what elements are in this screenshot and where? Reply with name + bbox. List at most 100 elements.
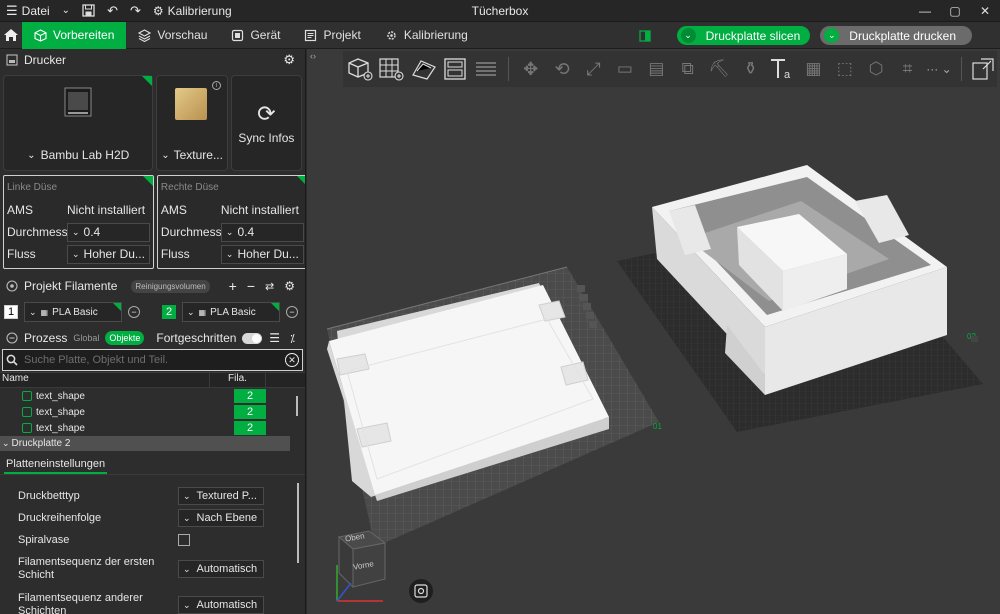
- calibration-menu[interactable]: ⚙ Kalibrierung: [147, 0, 238, 22]
- print-sequence-select[interactable]: ⌄ Nach Ebene: [178, 509, 264, 527]
- settings-scrollbar[interactable]: [297, 483, 299, 563]
- list-view-icon[interactable]: ☰: [269, 331, 280, 345]
- print-sequence-row: Druckreihenfolge ⌄ Nach Ebene: [0, 507, 305, 529]
- save-button[interactable]: [76, 0, 101, 22]
- diameter-value: 0.4: [237, 225, 255, 239]
- tree-row[interactable]: text_shape 2: [0, 388, 305, 404]
- filament-select[interactable]: ⌄ ▦ PLA Basic: [182, 302, 280, 322]
- spiral-vase-checkbox[interactable]: [178, 534, 190, 546]
- part-filament-badge[interactable]: 2: [234, 389, 266, 403]
- global-toggle[interactable]: Global: [73, 333, 99, 343]
- textured-plate-image: [175, 88, 208, 120]
- file-menu[interactable]: ☰ Datei: [0, 0, 56, 22]
- close-button[interactable]: ✕: [970, 0, 1000, 22]
- printer-card[interactable]: ⌄ Bambu Lab H2D: [3, 75, 154, 171]
- right-ams-row: AMS Nicht installiert: [161, 199, 304, 221]
- part-filament-badge[interactable]: 2: [234, 421, 266, 435]
- print-sequence-label: Druckreihenfolge: [18, 511, 102, 524]
- compare-icon[interactable]: ⁒: [290, 332, 295, 345]
- diameter-value: 0.4: [83, 225, 101, 239]
- print-plate-label: Druckplatte drucken: [849, 28, 956, 43]
- filament-name: PLA Basic: [210, 306, 256, 318]
- part-icon: [22, 391, 32, 401]
- part-icon: [22, 407, 32, 417]
- printer-settings-gear-icon[interactable]: ⚙: [283, 52, 295, 68]
- chevron-down-icon: ⌄: [183, 599, 191, 610]
- tab-preview-label: Vorschau: [157, 28, 208, 42]
- sync-info-button[interactable]: ⟳ Sync Infos: [230, 75, 303, 171]
- recenter-view-button[interactable]: [409, 579, 433, 603]
- printer-cards: ⌄ Bambu Lab H2D i ⌄ Texture... ⟳ Sync In…: [0, 71, 305, 175]
- filament-number-badge: 1: [4, 305, 18, 319]
- redo-button[interactable]: ↷: [124, 0, 147, 22]
- tab-preview[interactable]: Vorschau: [126, 22, 219, 49]
- clear-search-icon[interactable]: ✕: [285, 353, 299, 367]
- ams-label: AMS: [160, 203, 187, 217]
- purge-volume-button[interactable]: Reinigungsvolumen: [131, 279, 210, 293]
- tab-device[interactable]: Gerät: [219, 22, 292, 49]
- tree-scrollbar[interactable]: [296, 396, 298, 416]
- sidebar: Drucker ⚙ ⌄ Bambu Lab H2D i ⌄ Texture...…: [0, 49, 306, 614]
- print-sequence-value: Nach Ebene: [196, 512, 258, 524]
- home-button[interactable]: [0, 22, 22, 49]
- bed-type-select[interactable]: ⌄ Textured P...: [178, 487, 264, 505]
- undo-button[interactable]: ↶: [101, 0, 124, 22]
- tree-row[interactable]: text_shape 2: [0, 420, 305, 436]
- left-diameter-select[interactable]: ⌄ 0.4: [67, 222, 150, 242]
- 3d-viewport[interactable]: ‹› ✥ ⟲ ⤢ ▭ ▤ ⧉ ⛏ ⚱ a ▦ ⬚ ⬡ ⌗ ··· ⌄ 01 Ob…: [307, 49, 1000, 614]
- object-search-box[interactable]: Suche Platte, Objekt und Teil. ✕: [2, 349, 303, 371]
- filament-column-header[interactable]: Fila.: [210, 373, 266, 387]
- window-controls: — ▢ ✕: [910, 0, 1000, 22]
- plate-tree-row[interactable]: ⌄ Druckplatte 2: [0, 436, 290, 451]
- right-diameter-select[interactable]: ⌄ 0.4: [220, 222, 304, 242]
- print-plate-button[interactable]: ⌄ Druckplatte drucken: [820, 26, 972, 45]
- chevron-down-icon[interactable]: ⌄: [824, 28, 840, 43]
- filament-select[interactable]: ⌄ ▦ PLA Basic: [24, 302, 122, 322]
- add-filament-icon[interactable]: +: [229, 278, 237, 294]
- filament-remove-icon[interactable]: −: [128, 306, 140, 318]
- plate-settings-tab[interactable]: Platteneinstellungen: [0, 455, 305, 475]
- part-name: text_shape: [36, 390, 85, 402]
- right-flow-select[interactable]: ⌄ Hoher Du...: [220, 244, 304, 264]
- selected-corner-marker: [142, 176, 153, 186]
- remove-filament-icon[interactable]: −: [247, 278, 255, 294]
- filament-sync-icon[interactable]: ⇄: [265, 280, 274, 293]
- printer-name: Bambu Lab H2D: [40, 148, 130, 162]
- plate-2-side-buttons[interactable]: [971, 336, 978, 342]
- file-menu-dropdown[interactable]: ⌄: [56, 0, 76, 22]
- view-cube[interactable]: Oben Vorne: [323, 529, 387, 609]
- advanced-switch[interactable]: [242, 332, 263, 344]
- plate-card[interactable]: i ⌄ Texture...: [156, 75, 228, 171]
- slice-plate-button[interactable]: ⌄ Druckplatte slicen: [676, 26, 811, 45]
- chevron-down-icon: ⌄: [187, 306, 195, 317]
- home-icon: [4, 29, 18, 41]
- selected-corner-marker: [271, 303, 279, 311]
- objects-toggle[interactable]: Objekte: [105, 331, 145, 345]
- calibration-menu-label: Kalibrierung: [167, 3, 232, 18]
- tree-row[interactable]: text_shape 2: [0, 404, 305, 420]
- tab-project[interactable]: Projekt: [292, 22, 372, 49]
- filament-remove-icon[interactable]: −: [286, 306, 298, 318]
- chevron-down-icon[interactable]: ⌄: [680, 28, 696, 43]
- info-icon[interactable]: i: [211, 81, 221, 90]
- filament-settings-gear-icon[interactable]: ⚙: [284, 279, 295, 293]
- part-filament-badge[interactable]: 2: [234, 405, 266, 419]
- left-flow-select[interactable]: ⌄ Hoher Du...: [67, 244, 150, 264]
- object-tree: text_shape 2 text_shape 2 text_shape 2: [0, 388, 305, 436]
- minimize-button[interactable]: —: [910, 0, 940, 22]
- first-layer-sequence-select[interactable]: ⌄ Automatisch: [178, 560, 264, 578]
- first-layer-sequence-row: Filamentsequenz der ersten Schicht ⌄ Auto…: [0, 551, 305, 587]
- main-nav: Vorbereiten Vorschau Gerät Projekt Kalib…: [0, 21, 1000, 49]
- spiral-vase-row: Spiralvase: [0, 529, 305, 551]
- tab-prepare[interactable]: Vorbereiten: [22, 21, 127, 49]
- name-column-header[interactable]: Name: [0, 373, 210, 387]
- nozzle-cards: Linke Düse AMS Nicht installiert Durchme…: [0, 175, 305, 269]
- plate-view-icon[interactable]: [638, 29, 651, 42]
- other-layers-sequence-select[interactable]: ⌄ Automatisch: [178, 596, 264, 614]
- ams-value: Nicht installiert: [67, 203, 146, 217]
- cube-icon: [34, 28, 47, 42]
- tab-calibration[interactable]: Kalibrierung: [373, 22, 480, 49]
- filament-type-icon: ▦: [40, 307, 49, 317]
- plate-type-name: Texture...: [173, 148, 223, 162]
- maximize-button[interactable]: ▢: [940, 0, 970, 22]
